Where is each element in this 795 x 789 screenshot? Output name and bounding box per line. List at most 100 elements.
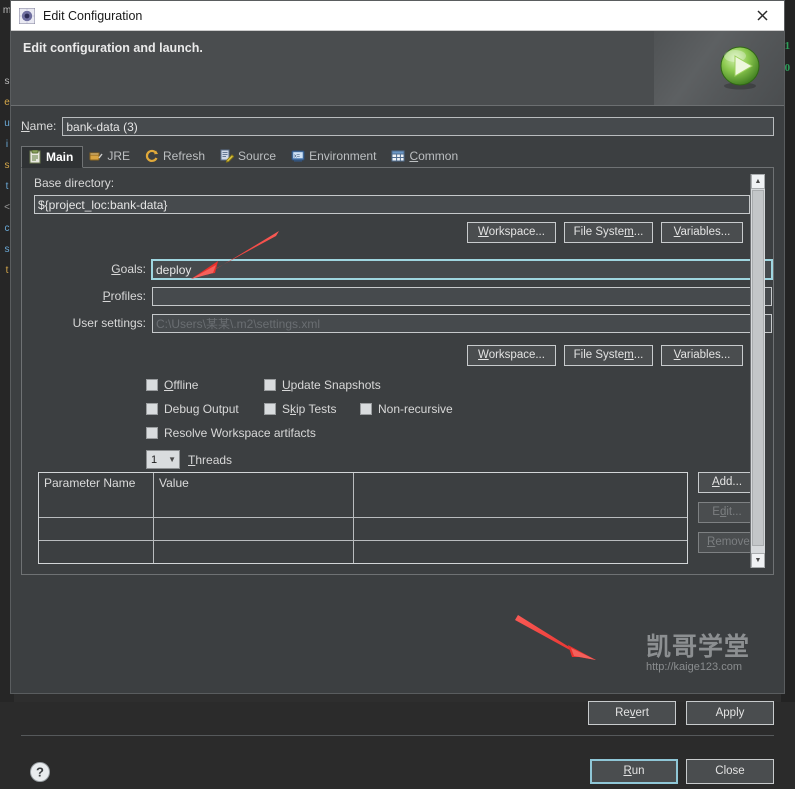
checkbox-update-snapshots[interactable]: Update Snapshots (264, 378, 381, 392)
profiles-label: Profiles: (102, 289, 146, 303)
checkbox-debug-output[interactable]: Debug Output (146, 402, 239, 416)
goals-label: Goals: (111, 262, 146, 276)
base-directory-input[interactable]: ${project_loc:bank-data} (34, 195, 750, 214)
table-cell (354, 518, 687, 540)
workspace-button-bottom[interactable]: Workspace... (467, 345, 556, 366)
user-settings-input[interactable]: C:\Users\某某\.m2\settings.xml (152, 314, 772, 333)
file-system-button-top[interactable]: File System... (564, 222, 653, 243)
common-table-icon (391, 149, 405, 163)
revert-apply-group: Revert Apply (588, 701, 774, 725)
tab-label: Main (46, 149, 74, 164)
run-close-group: Run Close (590, 759, 774, 784)
checkbox-box[interactable] (146, 403, 158, 415)
threads-row: 1 ▼ Threads (146, 450, 232, 469)
scroll-up-arrow-icon[interactable]: ▲ (751, 174, 765, 189)
tab-bar: Main JRE Refresh Source x= Environment C… (21, 145, 774, 168)
table-cell (39, 518, 154, 540)
dialog-footer: Revert Apply Run Close ? (21, 699, 774, 789)
checkbox-box[interactable] (264, 403, 276, 415)
name-row: NName:ame: bank-data (3) (21, 116, 774, 136)
checkbox-label: Non-recursive (378, 402, 453, 416)
base-directory-label: Base directory: (34, 176, 115, 190)
variables-button-top[interactable]: Variables... (661, 222, 743, 243)
goals-input[interactable]: deploy (151, 259, 773, 280)
tab-common[interactable]: Common (385, 145, 467, 167)
scrollbar-thumb[interactable] (752, 190, 764, 546)
table-cell (354, 541, 687, 563)
column-header-parameter-name: Parameter Name (39, 473, 154, 517)
tab-refresh[interactable]: Refresh (139, 145, 214, 167)
add-parameter-button[interactable]: Add... (698, 472, 756, 493)
edit-parameter-button[interactable]: Edit... (698, 502, 756, 523)
apply-button[interactable]: Apply (686, 701, 774, 725)
checkbox-skip-tests[interactable]: Skip Tests (264, 402, 336, 416)
tab-environment[interactable]: x= Environment (285, 145, 385, 167)
main-clipboard-icon (28, 149, 42, 164)
table-cell (154, 541, 354, 563)
workspace-button-top[interactable]: Workspace... (467, 222, 556, 243)
tab-label: Common (409, 148, 459, 163)
dialog-body: NName:ame: bank-data (3) (11, 106, 784, 784)
name-label: NName:ame: (21, 119, 57, 133)
column-header-extra (354, 473, 687, 517)
checkbox-box[interactable] (264, 379, 276, 391)
column-header-value: Value (154, 473, 354, 517)
tab-label: Refresh (163, 148, 206, 163)
threads-value: 1 (151, 453, 158, 466)
help-question-icon[interactable]: ? (29, 761, 51, 783)
name-input[interactable]: bank-data (3) (62, 116, 774, 136)
variables-button-bottom[interactable]: Variables... (661, 345, 743, 366)
table-cell (39, 541, 154, 563)
main-tab-panel: Base directory: ${project_loc:bank-data}… (21, 168, 774, 575)
parameters-table[interactable]: Parameter Name Value (38, 472, 688, 564)
checkbox-non-recursive[interactable]: Non-recursive (360, 402, 453, 416)
profiles-input[interactable] (152, 287, 772, 306)
checkbox-box[interactable] (360, 403, 372, 415)
table-row[interactable] (39, 517, 687, 540)
checkbox-resolve-workspace-artifacts[interactable]: Resolve Workspace artifacts (146, 426, 316, 440)
maven-run-green-play-icon (716, 43, 764, 91)
close-icon[interactable] (742, 2, 782, 30)
table-header-row: Parameter Name Value (39, 473, 687, 517)
checkbox-label: Offline (164, 378, 199, 392)
remove-parameter-button[interactable]: Remove (698, 532, 756, 553)
scroll-down-arrow-icon[interactable]: ▼ (751, 553, 765, 568)
svg-text:?: ? (36, 765, 44, 780)
revert-button[interactable]: Revert (588, 701, 676, 725)
edit-configuration-dialog: Edit Configuration Edit configuration an… (10, 0, 785, 784)
checkbox-label: Debug Output (164, 402, 239, 416)
panel-vertical-scrollbar[interactable]: ▲ ▼ (750, 174, 765, 568)
table-cell (154, 518, 354, 540)
tab-jre[interactable]: JRE (83, 145, 139, 167)
tab-source[interactable]: Source (214, 145, 285, 167)
table-row[interactable] (39, 540, 687, 563)
tab-main[interactable]: Main (21, 146, 84, 168)
threads-dropdown[interactable]: 1 ▼ (146, 450, 180, 469)
checkbox-label: Resolve Workspace artifacts (164, 426, 316, 440)
dialog-title: Edit Configuration (43, 8, 143, 23)
environment-icon: x= (291, 149, 305, 163)
checkbox-offline[interactable]: Offline (146, 378, 198, 392)
source-icon (220, 149, 235, 163)
footer-divider (21, 735, 774, 736)
refresh-icon (145, 149, 159, 163)
close-button[interactable]: Close (686, 759, 774, 784)
parameter-buttons: Add... Edit... Remove (698, 472, 756, 553)
run-button[interactable]: Run (590, 759, 678, 784)
user-settings-label: User settings: (72, 316, 146, 330)
jre-icon (89, 149, 103, 163)
tab-label: Source (238, 148, 277, 163)
file-system-button-bottom[interactable]: File System... (564, 345, 653, 366)
tab-label: JRE (107, 148, 131, 163)
dialog-titlebar: Edit Configuration (11, 1, 784, 31)
eclipse-config-icon (18, 7, 36, 24)
chevron-down-icon: ▼ (168, 455, 176, 464)
checkbox-label: Skip Tests (282, 402, 337, 416)
banner-title: Edit configuration and launch. (23, 41, 203, 55)
checkbox-box[interactable] (146, 427, 158, 439)
checkbox-label: Update Snapshots (282, 378, 381, 392)
svg-text:x=: x= (294, 153, 300, 159)
tab-label: Environment (309, 148, 377, 163)
threads-label: Threads (188, 452, 233, 467)
checkbox-box[interactable] (146, 379, 158, 391)
